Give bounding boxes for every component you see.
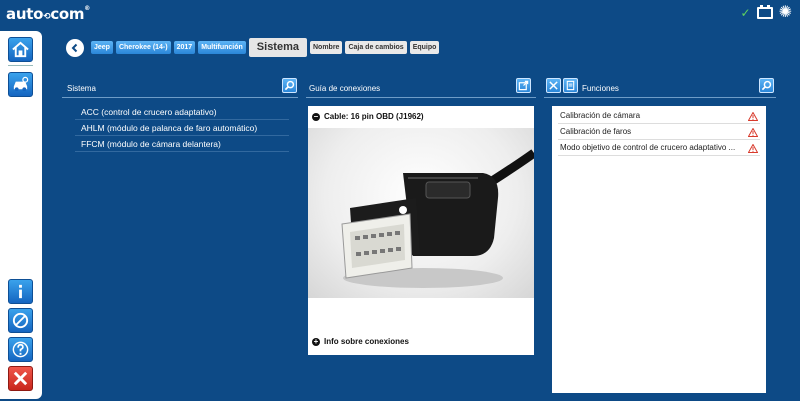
list-item[interactable]: Calibración de cámara	[558, 108, 760, 124]
back-button[interactable]	[66, 38, 84, 57]
connection-divider	[306, 97, 536, 98]
warning-icon	[748, 144, 758, 153]
crumb-year[interactable]: 2017	[173, 41, 196, 54]
info-icon	[19, 284, 22, 299]
function-label: Calibración de faros	[560, 127, 632, 136]
chevron-left-icon	[71, 43, 78, 52]
external-link-icon	[518, 80, 529, 91]
function-label: Modo objetivo de control de crucero adap…	[560, 143, 736, 152]
filter-name[interactable]: Nombre	[310, 41, 343, 54]
crumb-make[interactable]: Jeep	[91, 41, 113, 54]
info-button[interactable]	[8, 279, 33, 304]
close-icon	[13, 371, 28, 386]
function-label: Calibración de cámara	[560, 111, 641, 120]
search-icon	[761, 80, 772, 91]
crumb-category[interactable]: Multifunción	[198, 41, 246, 54]
system-title: Sistema	[67, 84, 96, 93]
top-bar: auto⟲com® ✓ ✺	[0, 0, 800, 30]
functions-title: Funciones	[582, 84, 619, 93]
system-search-button[interactable]	[282, 78, 297, 93]
system-divider	[62, 97, 298, 98]
help-button[interactable]	[8, 337, 33, 362]
expand-icon: +	[312, 336, 320, 346]
crumb-model[interactable]: Cherokee (14-)	[115, 41, 171, 54]
list-item[interactable]: Calibración de faros	[558, 124, 760, 140]
obd-connector-image	[308, 128, 534, 298]
collapse-icon: –	[312, 111, 320, 121]
connection-open-button[interactable]	[516, 78, 531, 93]
search-icon	[284, 80, 295, 91]
connection-panel: – Cable: 16 pin OBD (J1962) + Info sobre…	[308, 106, 534, 355]
battery-icon	[756, 5, 773, 19]
home-button[interactable]	[8, 37, 33, 62]
crumb-current: Sistema	[248, 38, 307, 57]
functions-divider	[544, 97, 776, 98]
gear-icon[interactable]: ✺	[779, 5, 792, 21]
app-logo: auto⟲com®	[6, 5, 90, 23]
list-item[interactable]: AHLM (módulo de palanca de faro automáti…	[75, 120, 289, 136]
tools-button[interactable]	[546, 78, 561, 93]
connection-info-toggle[interactable]: + Info sobre conexiones	[312, 337, 409, 346]
list-item[interactable]: ACC (control de crucero adaptativo)	[75, 104, 289, 120]
info-label: Info sobre conexiones	[324, 337, 409, 346]
vehicle-icon	[13, 76, 29, 92]
no-smoking-button[interactable]	[8, 308, 33, 333]
list-item[interactable]: FFCM (módulo de cámara delantera)	[75, 136, 289, 152]
close-button[interactable]	[8, 366, 33, 391]
home-icon	[12, 41, 29, 58]
filter-gearbox[interactable]: Caja de cambios	[345, 41, 407, 54]
warning-icon	[748, 128, 758, 137]
functions-panel: Calibración de cámara Calibración de far…	[552, 106, 766, 393]
connection-title: Guía de conexiones	[309, 84, 381, 93]
warning-icon	[748, 112, 758, 121]
help-icon	[12, 341, 29, 358]
sidebar-divider	[8, 65, 33, 66]
cable-label: Cable: 16 pin OBD (J1962)	[324, 112, 424, 121]
tools-icon	[549, 81, 558, 90]
system-list: ACC (control de crucero adaptativo) AHLM…	[75, 104, 289, 152]
list-item[interactable]: Modo objetivo de control de crucero adap…	[558, 140, 760, 156]
document-button[interactable]	[563, 78, 578, 93]
check-icon: ✓	[740, 6, 751, 20]
document-icon	[566, 80, 575, 91]
cable-header[interactable]: – Cable: 16 pin OBD (J1962)	[312, 112, 424, 121]
no-smoking-icon	[12, 312, 29, 329]
functions-search-button[interactable]	[759, 78, 774, 93]
left-sidebar	[0, 31, 42, 399]
breadcrumb: Jeep Cherokee (14-) 2017 Multifunción Si…	[66, 38, 440, 57]
vehicle-button[interactable]	[8, 72, 33, 97]
filter-equipment[interactable]: Equipo	[409, 41, 440, 54]
